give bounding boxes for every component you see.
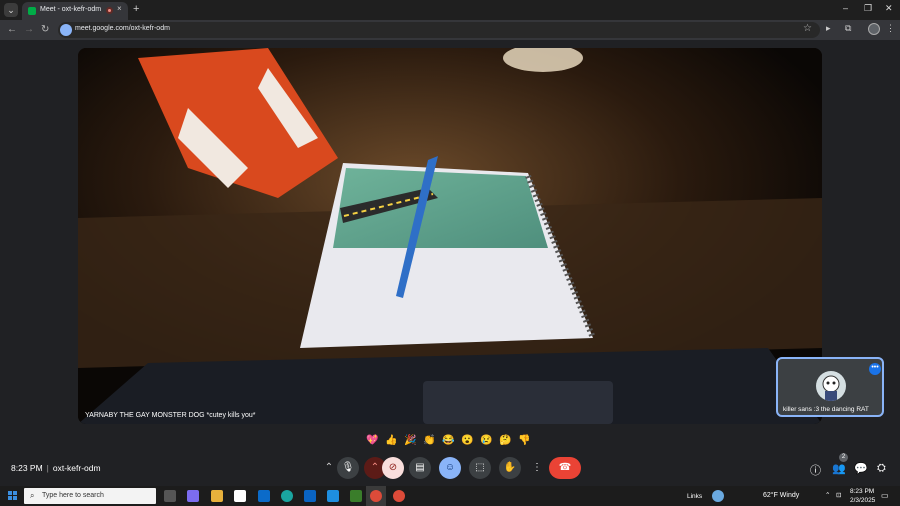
forward-icon[interactable]: → (24, 24, 34, 35)
people-icon[interactable]: 👥 (832, 462, 846, 475)
activities-icon[interactable]: ⛭ (877, 462, 886, 475)
address-bar-row: ← → ↻ meet.google.com/oxt-kefr-odm ☆ (0, 20, 900, 40)
taskbar-search-input[interactable]: ⌕ Type here to search (24, 488, 156, 504)
chrome-icon-2[interactable] (393, 490, 405, 502)
game-icon[interactable] (350, 490, 362, 502)
self-view-tile[interactable]: killer sans :3 the dancing RAT ••• (776, 357, 884, 417)
reaction-surprised[interactable]: 😮 (460, 433, 475, 448)
self-avatar (816, 371, 846, 401)
clock-date[interactable]: 2/3/2025 (850, 497, 875, 504)
links-label[interactable]: Links (687, 493, 702, 500)
profile-avatar[interactable] (868, 23, 880, 35)
end-call-button[interactable]: ☎ (549, 457, 581, 479)
raise-hand-button[interactable]: ✋ (499, 457, 521, 479)
reaction-laugh[interactable]: 😂 (441, 433, 456, 448)
windows-taskbar: ⌕ Type here to search Links 62°F Windy ⌃… (0, 486, 900, 506)
reaction-thumbs-up[interactable]: 👍 (384, 433, 399, 448)
store-icon[interactable] (234, 490, 246, 502)
reaction-clap[interactable]: 👏 (422, 433, 437, 448)
bookmark-star-icon[interactable]: ☆ (803, 23, 812, 34)
main-participant-name: YARNABY THE GAY MONSTER DOG *cutey kills… (85, 412, 256, 419)
windows-start-icon[interactable] (8, 491, 18, 501)
url-text: meet.google.com/oxt-kefr-odm (75, 25, 170, 32)
reaction-bar: 💖 👍 🎉 👏 😂 😮 😢 🤔 👎 (365, 431, 535, 449)
app-icon[interactable] (258, 490, 270, 502)
omnibox[interactable]: meet.google.com/oxt-kefr-odm ☆ (58, 22, 820, 38)
reaction-sad[interactable]: 😢 (479, 433, 494, 448)
clock-time[interactable]: 8:23 PM (850, 488, 874, 495)
participant-count-badge: 2 (839, 453, 848, 462)
tab-close-icon[interactable]: × (117, 4, 122, 13)
main-participant-video: YARNABY THE GAY MONSTER DOG *cutey kills… (78, 48, 822, 424)
notifications-icon[interactable]: ▭ (881, 491, 889, 500)
site-info-icon[interactable] (60, 24, 72, 36)
weather-text[interactable]: 62°F Windy (763, 492, 799, 499)
minimize-button[interactable]: – (843, 3, 848, 13)
tab-title: Meet - oxt-kefr-odm (40, 6, 102, 13)
camera-off-button[interactable]: ⊘ (382, 457, 404, 479)
edge-icon[interactable] (281, 490, 293, 502)
new-tab-button[interactable]: + (133, 3, 139, 15)
reactions-button[interactable]: ☺ (439, 457, 461, 479)
copilot-icon[interactable] (187, 490, 199, 502)
maximize-button[interactable]: ❐ (864, 3, 872, 14)
more-options-icon[interactable]: ••• (869, 363, 881, 375)
captions-button[interactable]: ▤ (409, 457, 431, 479)
tab-search-icon[interactable]: ⌄ (4, 3, 18, 17)
meeting-time: 8:23 PM (11, 463, 43, 473)
extensions-icon[interactable]: ⧉ (845, 23, 851, 34)
meeting-code: oxt-kefr-odm (52, 463, 101, 473)
media-control-icon[interactable]: ▸ (826, 23, 831, 34)
tray-chevron-icon[interactable]: ⌃ (825, 491, 830, 499)
meeting-info: 8:23 PM | oxt-kefr-odm (11, 463, 101, 473)
network-icon[interactable]: ⊡ (836, 491, 841, 499)
search-placeholder: Type here to search (42, 492, 104, 499)
dropbox-icon[interactable] (327, 490, 339, 502)
browser-menu-icon[interactable]: ⋮ (886, 23, 895, 34)
more-options-button[interactable]: ⋮ (526, 457, 548, 479)
meeting-details-icon[interactable]: ⓘ (810, 462, 821, 478)
present-button[interactable]: ⬚ (469, 457, 491, 479)
weather-widget-icon[interactable] (712, 490, 724, 502)
video-frame-image (78, 48, 822, 424)
close-window-button[interactable]: ✕ (885, 3, 893, 14)
reaction-party[interactable]: 🎉 (403, 433, 418, 448)
recording-indicator-icon (106, 7, 113, 14)
search-icon: ⌕ (30, 491, 35, 500)
reaction-thinking[interactable]: 🤔 (498, 433, 513, 448)
back-icon[interactable]: ← (7, 24, 17, 35)
reload-icon[interactable]: ↻ (41, 24, 49, 35)
browser-tab-strip: ⌄ Meet - oxt-kefr-odm × + – ❐ ✕ (0, 0, 900, 20)
self-name: killer sans :3 the dancing RAT (783, 406, 869, 413)
reaction-heart[interactable]: 💖 (365, 433, 380, 448)
tab-meet[interactable]: Meet - oxt-kefr-odm × (22, 2, 128, 20)
meet-favicon-icon (28, 7, 36, 15)
reaction-thumbs-down[interactable]: 👎 (517, 433, 532, 448)
file-explorer-icon[interactable] (211, 490, 223, 502)
task-view-icon[interactable] (164, 490, 176, 502)
chrome-icon[interactable] (370, 490, 382, 502)
chat-icon[interactable]: 💬 (854, 462, 868, 475)
outlook-icon[interactable] (304, 490, 316, 502)
microphone-button[interactable]: 🎙 (337, 457, 359, 479)
